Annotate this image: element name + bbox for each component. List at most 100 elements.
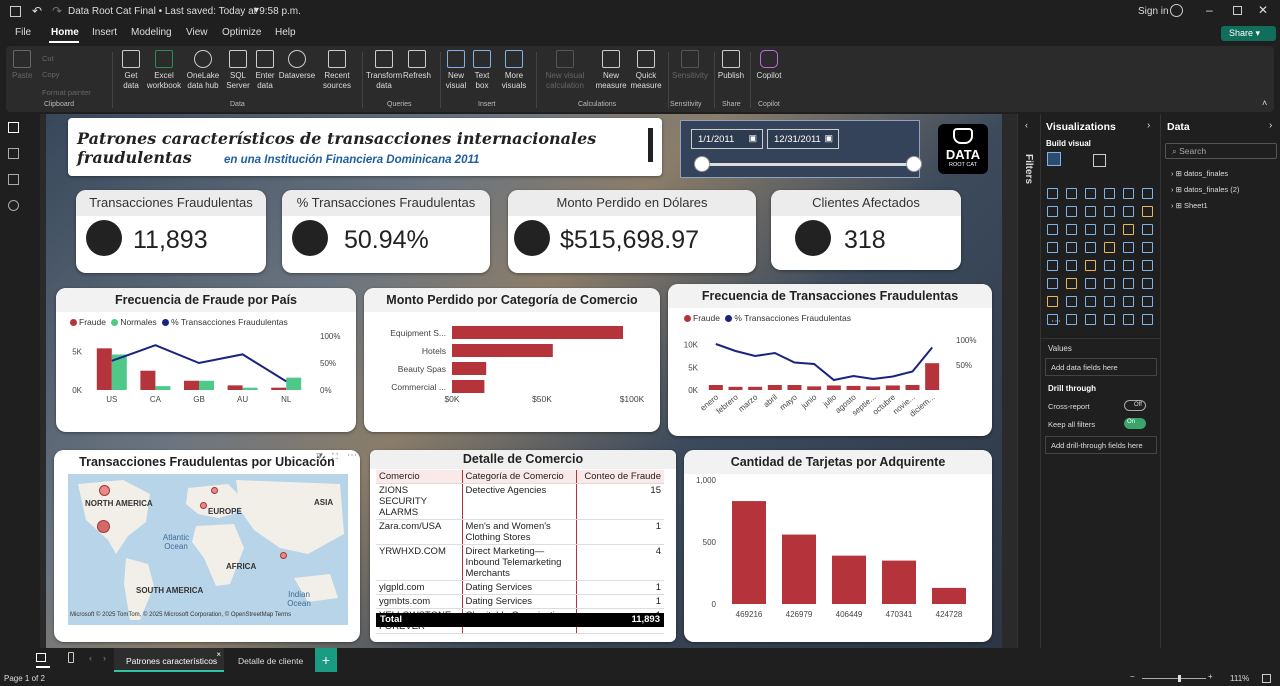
map-visual[interactable]: Transacciones Fraudulentas por Ubicación… — [54, 450, 360, 642]
visual-type-icon[interactable] — [1123, 278, 1134, 289]
dax-query-view-icon[interactable] — [8, 200, 19, 211]
dataverse-button[interactable]: Dataverse — [278, 50, 316, 81]
visual-type-icon[interactable] — [1142, 314, 1153, 325]
menu-insert[interactable]: Insert — [92, 27, 117, 38]
maximize-icon[interactable] — [1233, 6, 1242, 15]
visual-type-icon[interactable] — [1047, 242, 1058, 253]
menu-home[interactable]: Home — [51, 27, 79, 38]
more-visuals-button[interactable]: More visuals — [500, 50, 528, 91]
visual-type-icon[interactable] — [1104, 242, 1115, 253]
model-view-icon[interactable] — [8, 174, 19, 185]
page-tab[interactable]: Detalle de cliente — [228, 648, 312, 672]
table-row[interactable]: ylgpld.com Dating Services 1 — [376, 580, 664, 595]
new-visual-button[interactable]: New visual — [444, 50, 468, 91]
date-start-input[interactable]: 1/1/2011 ▣ — [691, 129, 763, 149]
collapse-ribbon-icon[interactable]: ˄ — [1262, 98, 1267, 108]
map-bubble[interactable] — [97, 520, 110, 533]
account-icon[interactable] — [1170, 4, 1183, 17]
visual-type-icon[interactable] — [1123, 242, 1134, 253]
cross-report-toggle[interactable]: Off — [1124, 400, 1146, 411]
visual-type-icon[interactable] — [1085, 242, 1096, 253]
visual-type-icon[interactable] — [1142, 278, 1153, 289]
excel-workbook-button[interactable]: Excel workbook — [146, 50, 182, 91]
copy-button[interactable]: Copy — [42, 70, 60, 79]
visual-type-icon[interactable] — [1066, 188, 1077, 199]
visual-type-icon[interactable] — [1123, 206, 1134, 217]
visual-type-icon[interactable] — [1142, 260, 1153, 271]
visual-type-icon[interactable] — [1142, 242, 1153, 253]
map-bubble[interactable] — [99, 485, 110, 496]
visual-type-icon[interactable] — [1085, 278, 1096, 289]
visual-type-icon[interactable] — [1085, 260, 1096, 271]
add-page-button[interactable]: + — [315, 648, 337, 672]
new-visual-calculation-button[interactable]: New visual calculation — [542, 50, 588, 91]
format-painter-button[interactable]: Format painter — [42, 88, 91, 97]
zoom-in-icon[interactable]: + — [1208, 672, 1213, 681]
visual-type-icon[interactable] — [1123, 260, 1134, 271]
save-icon[interactable] — [10, 6, 21, 17]
visual-type-icon[interactable] — [1047, 278, 1058, 289]
page-tab-active[interactable]: Patrones característicos × — [114, 648, 224, 672]
zoom-out-icon[interactable]: − — [1130, 672, 1135, 681]
slider-end-handle[interactable] — [906, 156, 922, 172]
visual-type-icon[interactable] — [1142, 206, 1153, 217]
table-row[interactable]: ZIONS SECURITY ALARMS Detective Agencies 1… — [376, 483, 664, 520]
chart-loss-by-category[interactable]: Monto Perdido por Categoría de Comercio … — [364, 288, 660, 432]
visual-type-icon[interactable] — [1066, 224, 1077, 235]
visual-type-icon[interactable] — [1104, 188, 1115, 199]
visual-type-icon[interactable] — [1047, 206, 1058, 217]
visual-type-icon[interactable] — [1047, 188, 1058, 199]
header-comercio[interactable]: Comercio — [376, 470, 463, 484]
visual-type-icon[interactable] — [1085, 296, 1096, 307]
undo-icon[interactable]: ↶ — [32, 4, 42, 18]
kpi-card-transactions[interactable]: Transacciones Fraudulentas 11,893 — [76, 190, 266, 273]
transform-data-button[interactable]: Transform data — [366, 50, 402, 91]
onelake-button[interactable]: OneLake data hub — [184, 50, 222, 91]
report-view-icon[interactable] — [8, 122, 19, 133]
visual-type-icon[interactable] — [1066, 278, 1077, 289]
visual-type-icon[interactable] — [1104, 296, 1115, 307]
menu-optimize[interactable]: Optimize — [222, 27, 261, 38]
keep-filters-toggle[interactable]: On — [1124, 418, 1146, 429]
map-bubble[interactable] — [200, 502, 207, 509]
enter-data-button[interactable]: Enter data — [254, 50, 276, 91]
visual-type-icon[interactable] — [1123, 314, 1134, 325]
visual-type-icon[interactable] — [1066, 242, 1077, 253]
visual-type-icon[interactable] — [1142, 296, 1153, 307]
visual-type-icon[interactable] — [1123, 188, 1134, 199]
visual-type-icon[interactable] — [1047, 224, 1058, 235]
visual-type-icon[interactable] — [1085, 224, 1096, 235]
chart-cards-by-acquirer[interactable]: Cantidad de Tarjetas por Adquirente 1,00… — [684, 450, 992, 642]
header-categoria[interactable]: Categoría de Comercio — [462, 470, 577, 484]
visual-type-icon[interactable] — [1066, 296, 1077, 307]
collapse-pane-icon[interactable]: › — [1147, 120, 1150, 131]
header-conteo[interactable]: Conteo de Fraude — [576, 470, 664, 484]
map-bubble[interactable] — [211, 487, 218, 494]
filters-pane[interactable]: ‹ Filters — [1017, 114, 1040, 648]
close-tab-icon[interactable]: × — [216, 650, 221, 659]
publish-button[interactable]: Publish — [716, 50, 746, 81]
map-canvas[interactable]: NORTH AMERICA EUROPE ASIA AFRICA SOUTH A… — [68, 474, 348, 625]
share-button[interactable]: Share ▾ — [1221, 26, 1276, 41]
kpi-card-amount[interactable]: Monto Perdido en Dólares $515,698.97 — [508, 190, 756, 273]
menu-view[interactable]: View — [186, 27, 208, 38]
kpi-card-percent[interactable]: % Transacciones Fraudulentas 50.94% — [282, 190, 490, 273]
sign-in-link[interactable]: Sign in — [1138, 6, 1169, 17]
get-data-button[interactable]: Get data — [120, 50, 142, 91]
visual-type-icon[interactable] — [1123, 224, 1134, 235]
table-row[interactable]: ygmbts.com Dating Services 1 — [376, 594, 664, 609]
build-visual-icon[interactable] — [1047, 152, 1061, 166]
drill-through-well[interactable]: Add drill-through fields here — [1045, 436, 1157, 454]
mobile-layout-icon[interactable] — [68, 652, 74, 663]
visual-type-icon[interactable] — [1047, 314, 1058, 325]
copilot-button[interactable]: Copilot — [754, 50, 784, 81]
zoom-slider[interactable] — [1142, 678, 1206, 679]
visual-type-icon[interactable] — [1104, 314, 1115, 325]
menu-help[interactable]: Help — [275, 27, 296, 38]
title-chevron-icon[interactable]: ▾ — [254, 5, 259, 16]
collapse-pane-icon[interactable]: › — [1269, 120, 1272, 131]
desktop-layout-icon[interactable] — [36, 653, 46, 662]
visual-type-icon[interactable] — [1104, 278, 1115, 289]
paste-button[interactable]: Paste — [12, 50, 32, 81]
sensitivity-button[interactable]: Sensitivity — [670, 50, 710, 81]
